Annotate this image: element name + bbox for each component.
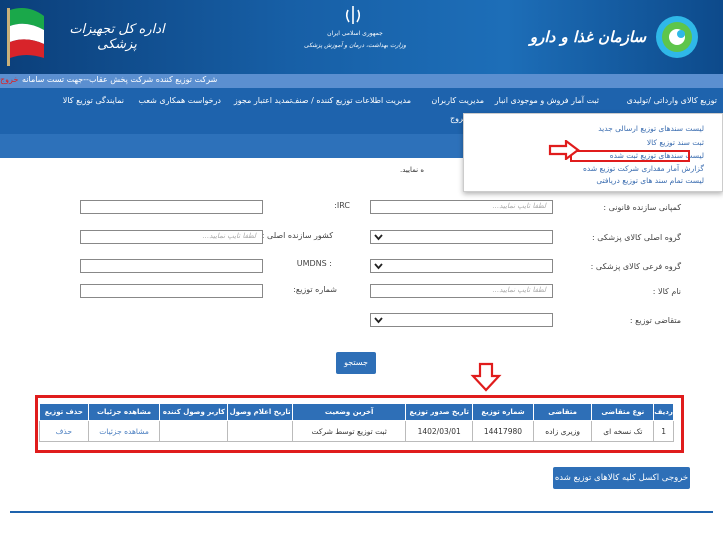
table-row: 1 تک نسخه ای وزیری زاده 14417980 1402/03… (39, 420, 674, 442)
logout-link[interactable]: خروج (0, 75, 18, 84)
dropdown-item-register-document[interactable]: ثبت سند توزیع کالا (647, 138, 704, 147)
nav-item-distribution[interactable]: توزیع کالای وارداتی /تولیدی (627, 96, 717, 105)
red-arrow-right-icon (548, 140, 580, 160)
col-header-applicant-type: نوع متقاضی (591, 403, 655, 421)
chevron-down-icon (374, 234, 383, 241)
excel-export-button[interactable]: خروجی اکسل کلیه کالاهای توزیع شده (553, 467, 690, 489)
delete-link[interactable]: حذف (39, 420, 89, 442)
col-header-details: مشاهده جزئیات (87, 403, 161, 421)
iran-flag-icon (7, 8, 44, 66)
highlight-box (570, 150, 690, 162)
results-table: ردیف نوع متقاضی متقاضی شماره توزیع تاریخ… (39, 403, 674, 442)
nav-item-agency[interactable]: نمایندگی توزیع کالا (63, 96, 124, 105)
col-header-receiving-user: کاربر وصول کننده (159, 403, 229, 421)
label-umdns: : UMDNS (296, 259, 332, 268)
col-header-receipt-date: تاریخ اعلام وصول (227, 403, 294, 421)
label-main-group: گروه اصلی کالای پزشکی : (592, 233, 681, 242)
label-product-name: نام کالا : (652, 287, 681, 296)
view-details-link[interactable]: مشاهده جزئیات (87, 420, 161, 442)
origin-country-input[interactable]: لطفا تایپ نمایید... (80, 230, 263, 244)
col-header-issue-date: تاریخ صدور توزیع (405, 403, 474, 421)
legal-company-input[interactable]: لطفا تایپ نمایید... (370, 200, 553, 214)
fda-logo-icon (656, 16, 698, 58)
irc-input[interactable] (80, 200, 263, 214)
cell-receiving-user (159, 420, 229, 442)
col-header-delete: حذف توزیع (39, 403, 89, 421)
dist-number-input[interactable] (80, 284, 263, 298)
product-name-input[interactable]: لطفا تایپ نمایید... (370, 284, 553, 298)
label-legal-company: کمپانی سازنده قانونی : (603, 203, 681, 212)
dropdown-item-received-list[interactable]: لیست تمام سند های توزیع دریافتی (596, 176, 704, 185)
dropdown-item-quantity-report[interactable]: گزارش آمار مقداری شرکت توزیع شده (583, 164, 704, 173)
cell-applicant-type: تک نسخه ای (591, 420, 655, 442)
ministry-line-2: وزارت بهداشت، درمان و آموزش پزشکی (303, 42, 407, 49)
chevron-down-icon (374, 263, 383, 270)
cell-receipt-date (227, 420, 294, 442)
company-name: شرکت توزیع کننده شرکت پخش عقاب--جهت تست … (22, 75, 218, 84)
red-arrow-down-icon (470, 362, 502, 392)
col-header-applicant: متقاضی (532, 403, 593, 421)
table-header-row: ردیف نوع متقاضی متقاضی شماره توزیع تاریخ… (39, 403, 674, 421)
col-header-dist-number: شماره توزیع (472, 403, 534, 421)
organization-name: سازمان غذا و دارو (529, 28, 647, 46)
nav-item-branch-request[interactable]: درخواست همکاری شعب (138, 96, 221, 105)
main-group-select[interactable] (370, 230, 553, 244)
label-dist-number: شماره توزیع: (293, 285, 337, 294)
ministry-line-1: جمهوری اسلامی ایران (327, 30, 383, 37)
company-bar: خروج شرکت توزیع کننده شرکت پخش عقاب--جهت… (0, 74, 723, 88)
department-name: اداره کل تجهیزات پزشکی (69, 22, 165, 52)
col-header-row-no: ردیف (653, 403, 674, 421)
umdns-input[interactable] (80, 259, 263, 273)
nav-item-distributor-info[interactable]: مدیریت اطلاعات توزیع کننده / صنف (291, 96, 411, 105)
cell-dist-number: 14417980 (472, 420, 534, 442)
dropdown-item-new-documents[interactable]: لیست سندهای توزیع ارسالی جدید (598, 124, 704, 133)
label-irc: IRC: (334, 201, 350, 210)
label-dist-applicant: متقاضی توزیع : (629, 316, 681, 325)
sub-group-select[interactable] (370, 259, 553, 273)
distribution-dropdown-menu: لیست سندهای توزیع ارسالی جدید ثبت سند تو… (463, 113, 723, 192)
footer-divider (10, 511, 713, 513)
form-instruction: ه نمایید. (400, 166, 424, 174)
iran-emblem-icon (345, 6, 361, 24)
cell-last-status: ثبت توزیع توسط شرکت (292, 420, 407, 442)
chevron-down-icon (374, 317, 383, 324)
nav-item-sales-stats[interactable]: ثبت آمار فروش و موجودی انبار (495, 96, 599, 105)
cell-issue-date: 1402/03/01 (405, 420, 474, 442)
nav-item-license-renewal[interactable]: تمدید اعتبار مجوز (234, 96, 292, 105)
cell-applicant: وزیری زاده (532, 420, 593, 442)
nav-item-users[interactable]: مدیریت کاربران (431, 96, 484, 105)
dist-applicant-select[interactable] (370, 313, 553, 327)
header-banner: اداره کل تجهیزات پزشکی جمهوری اسلامی ایر… (0, 0, 723, 74)
sub-toolbar (0, 134, 463, 158)
cell-row-no: 1 (653, 420, 674, 442)
search-button[interactable]: جستجو (336, 352, 376, 374)
col-header-last-status: آخرین وضعیت (292, 403, 407, 421)
label-sub-group: گروه فرعی کالای پزشکی : (590, 262, 681, 271)
label-origin-country: کشور سازنده اصلی : (261, 231, 333, 240)
